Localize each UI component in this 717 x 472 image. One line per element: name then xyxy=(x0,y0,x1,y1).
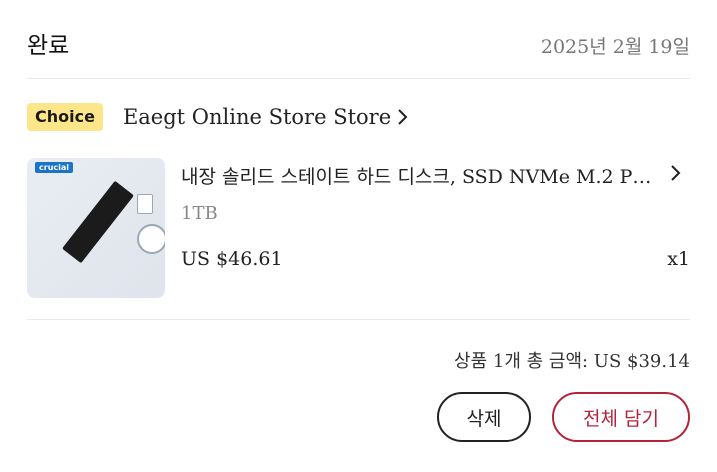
chevron-right-icon[interactable] xyxy=(670,164,682,182)
add-all-to-cart-button[interactable]: 전체 담기 xyxy=(552,392,690,442)
store-link[interactable]: Eaegt Online Store Store xyxy=(123,105,409,129)
ssd-graphic xyxy=(62,180,134,264)
delete-button[interactable]: 삭제 xyxy=(437,392,531,442)
product-title[interactable]: 내장 솔리드 스테이트 하드 디스크, SSD NVMe M.2 PCIe 4.… xyxy=(181,162,661,189)
product-image-speed-icon xyxy=(137,224,165,254)
order-date: 2025년 2월 19일 xyxy=(540,36,690,58)
divider xyxy=(27,319,690,320)
product-variant: 1TB xyxy=(181,203,218,224)
chevron-right-icon xyxy=(398,109,408,125)
product-image-spec-icon xyxy=(137,194,153,214)
store-row: Choice Eaegt Online Store Store xyxy=(27,103,409,131)
product-price: US $46.61 xyxy=(181,248,283,270)
order-total: 상품 1개 총 금액: US $39.14 xyxy=(454,351,690,372)
product-image-brand: crucial xyxy=(35,162,74,173)
product-image[interactable]: crucial xyxy=(27,158,165,298)
store-name: Eaegt Online Store Store xyxy=(122,105,392,129)
choice-badge: Choice xyxy=(27,103,103,131)
order-status: 완료 xyxy=(27,33,70,59)
product-quantity: x1 xyxy=(667,248,690,270)
divider xyxy=(27,78,690,79)
